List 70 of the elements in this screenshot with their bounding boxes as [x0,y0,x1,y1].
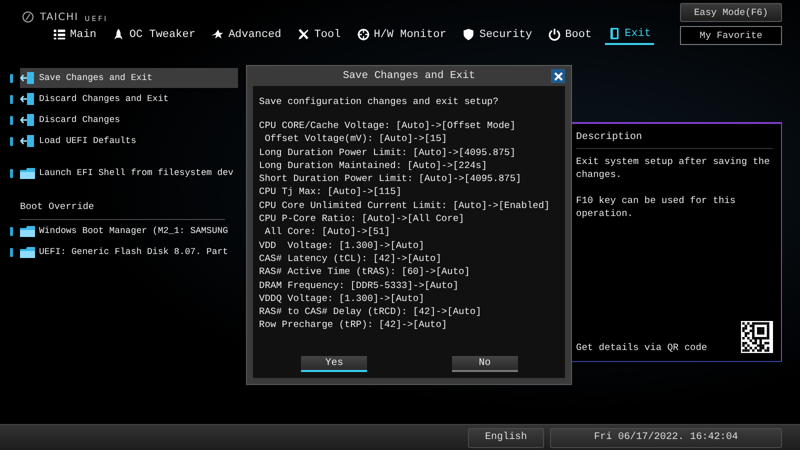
setting-change-text: RAS# to CAS# Delay (tRCD): [42]->[Auto] [259,305,482,318]
setting-change-text: Long Duration Power Limit: [Auto]->[4095.875] [259,146,517,159]
menu-tab[interactable]: H/W Monitor [354,26,450,44]
logo-icon [22,11,34,23]
section-title: Boot Override [20,195,225,220]
setting-change-text: Row Precharge (tRP): [42]->[Auto] [259,318,448,332]
door-icon [608,27,621,40]
favorite-button[interactable]: My Favorite [680,26,782,45]
setting-change-text: Offset Voltage(mV): [Auto]->[15] [264,132,448,146]
setting-change-text: CPU CORE/Cache Voltage: [Auto]->[Offset Mode] [259,119,517,132]
menu-item[interactable]: Save Changes and Exit [20,68,238,88]
close-button[interactable] [551,69,565,83]
menu-tab[interactable]: Security [459,26,536,44]
rocket-icon [112,28,126,41]
folder-icon [20,225,35,237]
menu-tab[interactable]: Tool [294,26,344,44]
power-icon [548,28,562,41]
setting-change-text: CPU Tj Max: [Auto]->[115] [259,185,403,199]
menu-item[interactable]: Launch EFI Shell from filesystem dev [20,163,238,183]
date-time-text: Fri 06/17/2022. 16:42:04 [550,428,782,448]
dialog-title: Save Changes and Exit [342,70,476,82]
shield-icon [462,28,476,41]
menu-tab[interactable]: Main [50,26,100,44]
menu-item[interactable]: Windows Boot Manager (M2_1: SAMSUNG [20,221,238,241]
language-button[interactable]: English [468,428,544,448]
bullet-icon [10,248,13,256]
setting-change-text: DRAM Frequency: [DDR5-5333]->[Auto] [259,278,460,292]
easy-mode-button[interactable]: Easy Mode(F6) [680,3,782,22]
setting-change-text: VDDQ Voltage: [1.300]->[Auto] [259,292,426,306]
star-icon [211,28,224,41]
menu-tab[interactable]: Exit [604,25,654,45]
qr-hint-text: Get details via QR code [576,342,708,353]
setting-change-text: CPU Core Unlimited Current Limit: [Auto]->[Enabled] [259,198,551,212]
bullet-icon [10,136,13,146]
description-text: Exit system setup after saving the changes. [576,155,771,181]
exit-icon [20,92,35,106]
close-icon [554,72,562,80]
menu-item[interactable]: Load UEFI Defaults [20,131,238,151]
list-icon [53,28,66,41]
setting-change-text: CPU P-Core Ratio: [Auto]->[All Core] [259,212,466,226]
folder-icon [20,246,35,258]
menu-item[interactable]: Discard Changes and Exit [20,89,238,109]
exit-icon [20,71,35,85]
logo-text: TAICHI [40,12,79,23]
setting-change-text: Long Duration Maintained: [Auto]->[224s] [259,158,488,172]
setting-change-text: VDD Voltage: [1.300]->[Auto] [259,238,426,252]
menu-tab[interactable]: Boot [545,26,595,44]
folder-icon [20,167,35,179]
bullet-icon [10,226,13,236]
menu-tab[interactable]: OC Tweaker [109,26,198,44]
crosshair-icon [356,28,370,41]
description-text: F10 key can be used for this operation. [576,194,737,220]
dialog-question: Save configuration changes and exit setup? [259,96,500,107]
menu-item[interactable]: UEFI: Generic Flash Disk 8.07. Part [20,242,238,262]
bullet-icon [10,94,13,104]
dialog-button[interactable]: No [452,356,518,372]
setting-change-text: CAS# Latency (tCL): [42]->[Auto] [259,252,442,266]
qr-code-icon [741,321,773,353]
setting-change-text: All Core: [Auto]->[51] [264,225,392,239]
bullet-icon [10,74,13,82]
panel-title: Description [576,128,773,149]
setting-change-text: Short Duration Power Limit: [Auto]->[4095.875] [259,172,522,186]
dialog-button[interactable]: Yes [301,356,368,372]
bullet-icon [10,116,13,124]
menu-tab[interactable]: Advanced [208,26,284,44]
exit-icon [20,134,35,148]
setting-change-text: RAS# Active Time (tRAS): [60]->[Auto] [259,265,471,279]
menu-item[interactable]: Discard Changes [20,110,238,130]
bullet-icon [10,168,13,178]
exit-icon [20,113,35,127]
